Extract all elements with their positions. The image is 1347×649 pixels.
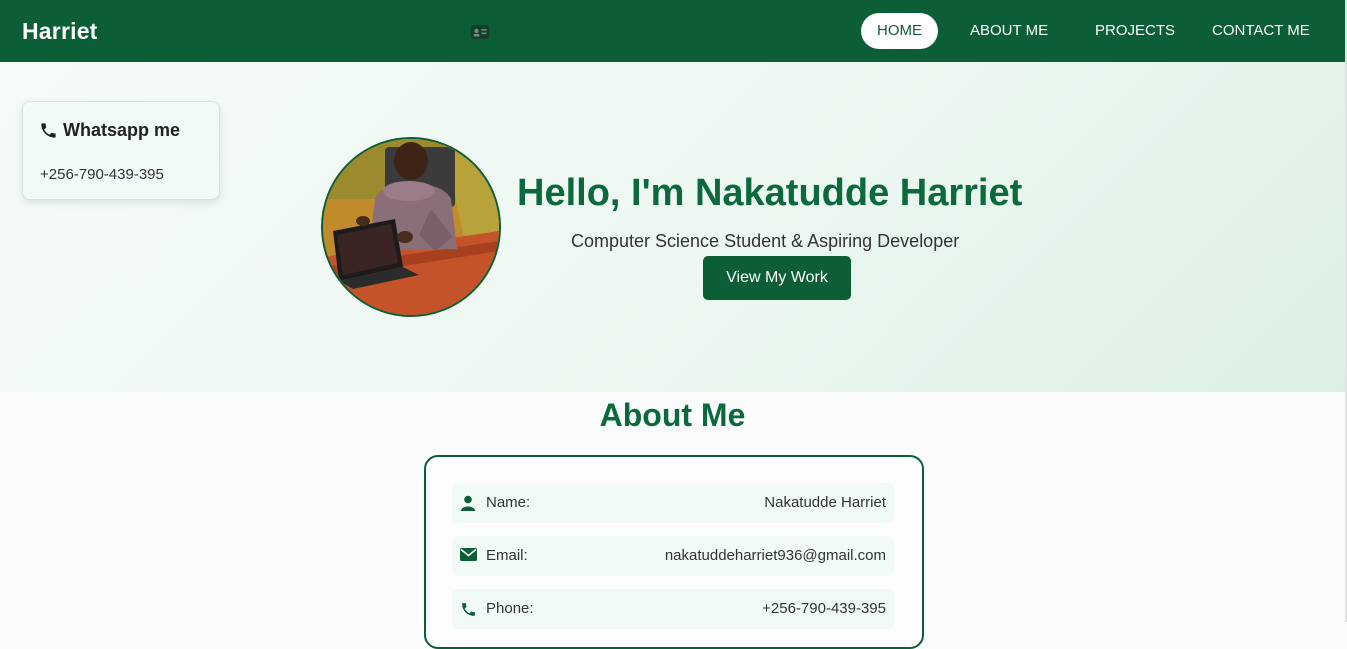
info-row-phone: Phone: +256-790-439-395 <box>452 589 894 629</box>
profile-photo-illustration <box>323 139 499 315</box>
nav-about-link[interactable]: ABOUT ME <box>970 13 1048 49</box>
name-value: Nakatudde Harriet <box>764 494 886 511</box>
hero-section: Whatsapp me +256-790-439-395 Hello, I'm … <box>0 62 1345 392</box>
nav-projects-link[interactable]: PROJECTS <box>1095 13 1175 49</box>
email-value[interactable]: nakatuddeharriet936@gmail.com <box>665 547 886 564</box>
about-card: Name: Nakatudde Harriet Email: nakatudde… <box>424 455 924 649</box>
whatsapp-card[interactable]: Whatsapp me +256-790-439-395 <box>22 101 220 200</box>
nav-contact-link[interactable]: CONTACT ME <box>1212 13 1310 49</box>
brand-logo[interactable]: Harriet <box>22 18 98 45</box>
hero-title: Hello, I'm Nakatudde Harriet <box>517 172 1023 214</box>
phone-icon <box>462 603 475 616</box>
phone-value[interactable]: +256-790-439-395 <box>762 600 886 617</box>
email-label: Email: <box>486 547 528 564</box>
envelope-icon <box>460 548 477 561</box>
name-label: Name: <box>486 494 531 511</box>
profile-photo <box>321 137 501 317</box>
user-icon <box>461 495 475 511</box>
info-row-email: Email: nakatuddeharriet936@gmail.com <box>452 536 894 576</box>
whatsapp-title-text: Whatsapp me <box>63 120 181 140</box>
view-my-work-button[interactable]: View My Work <box>703 256 851 300</box>
phone-label: Phone: <box>486 600 534 617</box>
whatsapp-number[interactable]: +256-790-439-395 <box>40 166 164 183</box>
hero-subtitle: Computer Science Student & Aspiring Deve… <box>571 231 960 251</box>
about-title: About Me <box>599 397 746 433</box>
id-card-icon <box>471 25 489 39</box>
info-row-name: Name: Nakatudde Harriet <box>452 483 894 523</box>
navbar: Harriet HOME ABOUT ME PROJECTS CONTACT M… <box>0 0 1345 62</box>
nav-home-link[interactable]: HOME <box>861 13 938 49</box>
phone-icon <box>41 123 56 138</box>
whatsapp-title: Whatsapp me <box>39 120 180 141</box>
